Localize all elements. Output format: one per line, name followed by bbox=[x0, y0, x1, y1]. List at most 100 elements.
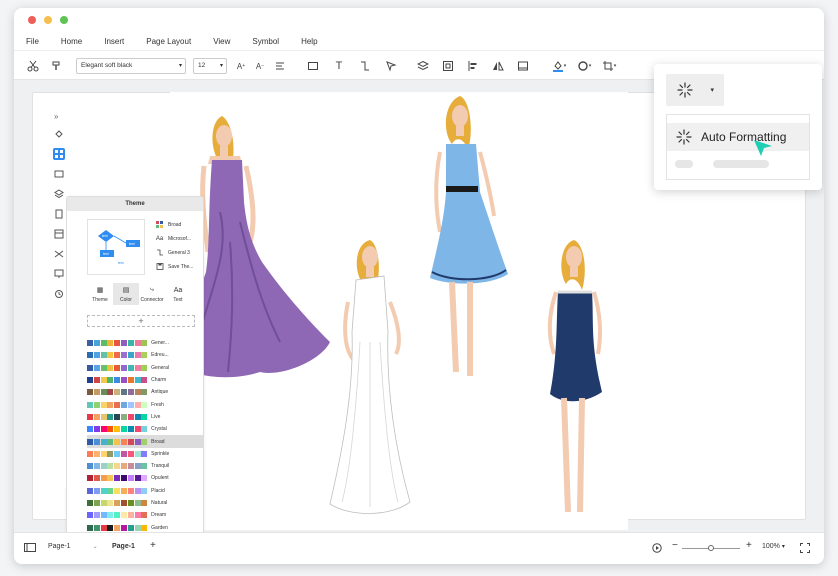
rectangle-icon[interactable] bbox=[306, 58, 320, 74]
layers-icon[interactable] bbox=[416, 58, 430, 74]
add-page-button[interactable]: + bbox=[150, 540, 156, 551]
quick-theme-microsoft[interactable]: Aa Microsof... bbox=[155, 235, 191, 242]
figure-blue-dress[interactable] bbox=[430, 96, 508, 376]
line-style-icon[interactable]: ▾ bbox=[574, 58, 594, 74]
preview-label: text bbox=[103, 252, 109, 256]
fullscreen-icon[interactable] bbox=[800, 543, 810, 553]
auto-formatting-menu-item[interactable]: Auto Formatting bbox=[667, 123, 809, 151]
palette-row[interactable]: Natural bbox=[87, 497, 203, 509]
play-icon[interactable] bbox=[652, 543, 662, 553]
theme-grid-icon[interactable] bbox=[53, 148, 65, 160]
page-icon[interactable] bbox=[53, 208, 65, 220]
menu-help[interactable]: Help bbox=[301, 37, 317, 46]
quick-theme-general3[interactable]: General 3 bbox=[155, 249, 190, 256]
layers-icon[interactable] bbox=[53, 188, 65, 200]
menu-view[interactable]: View bbox=[213, 37, 230, 46]
menu-file[interactable]: File bbox=[26, 37, 39, 46]
color-swatch bbox=[127, 450, 134, 457]
palette-row[interactable]: Dream bbox=[87, 509, 203, 521]
color-swatch bbox=[114, 389, 121, 396]
tab-theme[interactable]: ▦ Theme bbox=[87, 283, 113, 305]
palette-row[interactable]: Charm bbox=[87, 374, 203, 386]
tab-page-1[interactable]: Page-1 bbox=[112, 543, 135, 550]
fill-icon[interactable] bbox=[53, 128, 65, 140]
color-swatch bbox=[127, 426, 134, 433]
page-selector[interactable]: Page-1 ⌄ bbox=[48, 543, 98, 550]
presentation-icon[interactable] bbox=[53, 268, 65, 280]
shuffle-icon[interactable] bbox=[53, 248, 65, 260]
font-size-select[interactable]: 12 ▾ bbox=[193, 58, 227, 74]
fill-color-icon[interactable]: ▾ bbox=[549, 58, 569, 74]
palette-row[interactable]: Sprinkle bbox=[87, 448, 203, 460]
zoom-slider-handle[interactable] bbox=[708, 545, 714, 551]
color-swatch bbox=[114, 500, 121, 506]
color-swatch bbox=[107, 438, 114, 445]
color-swatch bbox=[134, 524, 141, 531]
font-family-select[interactable]: Elegant soft black ▾ bbox=[76, 58, 186, 74]
color-swatch bbox=[141, 426, 148, 433]
text-tool-icon[interactable]: T bbox=[332, 58, 346, 74]
palette-name: Edreu... bbox=[151, 352, 169, 359]
menu-symbol[interactable]: Symbol bbox=[252, 37, 279, 46]
image-icon[interactable] bbox=[516, 58, 530, 74]
collapse-icon[interactable]: » bbox=[54, 112, 58, 121]
figure-navy-dress[interactable] bbox=[547, 240, 603, 513]
palette-row[interactable]: Gener... bbox=[87, 337, 203, 349]
align-left-icon[interactable] bbox=[466, 58, 480, 74]
fashion-illustration[interactable] bbox=[170, 92, 628, 530]
drawing-canvas[interactable] bbox=[170, 92, 628, 530]
menu-page-layout[interactable]: Page Layout bbox=[146, 37, 191, 46]
menu-insert[interactable]: Insert bbox=[104, 37, 124, 46]
tab-connector[interactable]: ⤷ Connector bbox=[139, 283, 165, 305]
decrease-font-icon[interactable]: A − bbox=[253, 58, 267, 74]
cut-icon[interactable] bbox=[26, 58, 40, 74]
color-swatch bbox=[87, 340, 93, 347]
image-icon[interactable] bbox=[53, 168, 65, 180]
palette-row[interactable]: Broad bbox=[87, 435, 203, 448]
maximize-window-button[interactable] bbox=[60, 16, 68, 24]
add-theme-button[interactable]: + bbox=[87, 315, 195, 327]
palette-row[interactable]: Crystal bbox=[87, 423, 203, 435]
tab-color[interactable]: ▤ Color bbox=[113, 283, 139, 305]
palette-row[interactable]: Live bbox=[87, 411, 203, 423]
palette-row[interactable]: Antique bbox=[87, 386, 203, 398]
color-swatch bbox=[127, 401, 134, 408]
palette-name: Dream bbox=[151, 512, 167, 519]
close-window-button[interactable] bbox=[28, 16, 36, 24]
format-painter-icon[interactable] bbox=[50, 58, 64, 74]
palette-row[interactable]: Opulent bbox=[87, 472, 203, 484]
zoom-in-button[interactable]: + bbox=[746, 540, 752, 551]
minimize-window-button[interactable] bbox=[44, 16, 52, 24]
data-icon[interactable] bbox=[53, 228, 65, 240]
color-swatch bbox=[120, 487, 127, 494]
font-family-value: Elegant soft black bbox=[81, 62, 133, 69]
color-swatch bbox=[87, 389, 93, 396]
auto-format-dropdown-button[interactable]: ▾ bbox=[666, 74, 724, 106]
palette-row[interactable]: Tranquil bbox=[87, 460, 203, 472]
quick-theme-save[interactable]: Save The... bbox=[155, 263, 193, 270]
quick-theme-broad[interactable]: Broad bbox=[155, 221, 181, 228]
palette-row[interactable]: Placid bbox=[87, 485, 203, 497]
palette-row[interactable]: Edreu... bbox=[87, 349, 203, 361]
page-view-icon[interactable] bbox=[24, 543, 36, 552]
menu-home[interactable]: Home bbox=[61, 37, 82, 46]
pointer-icon[interactable] bbox=[384, 58, 398, 74]
palette-row[interactable]: General bbox=[87, 362, 203, 374]
connector-icon[interactable] bbox=[358, 58, 372, 74]
color-swatch bbox=[127, 352, 134, 359]
palette-row[interactable]: Fresh bbox=[87, 398, 203, 410]
tab-text[interactable]: Aa Text bbox=[165, 283, 191, 305]
color-swatch bbox=[141, 340, 148, 347]
color-swatch bbox=[100, 475, 107, 482]
crop-icon[interactable]: ▾ bbox=[599, 58, 619, 74]
zoom-out-button[interactable]: − bbox=[672, 540, 678, 551]
history-icon[interactable] bbox=[53, 288, 65, 300]
mouse-cursor-icon bbox=[752, 138, 774, 163]
group-icon[interactable] bbox=[441, 58, 455, 74]
align-icon[interactable] bbox=[272, 58, 290, 74]
figure-white-gown[interactable] bbox=[329, 240, 411, 514]
color-swatch bbox=[93, 475, 100, 482]
flip-icon[interactable] bbox=[491, 58, 505, 74]
zoom-level[interactable]: 100% ▾ bbox=[762, 543, 785, 550]
increase-font-icon[interactable]: A + bbox=[234, 58, 248, 74]
